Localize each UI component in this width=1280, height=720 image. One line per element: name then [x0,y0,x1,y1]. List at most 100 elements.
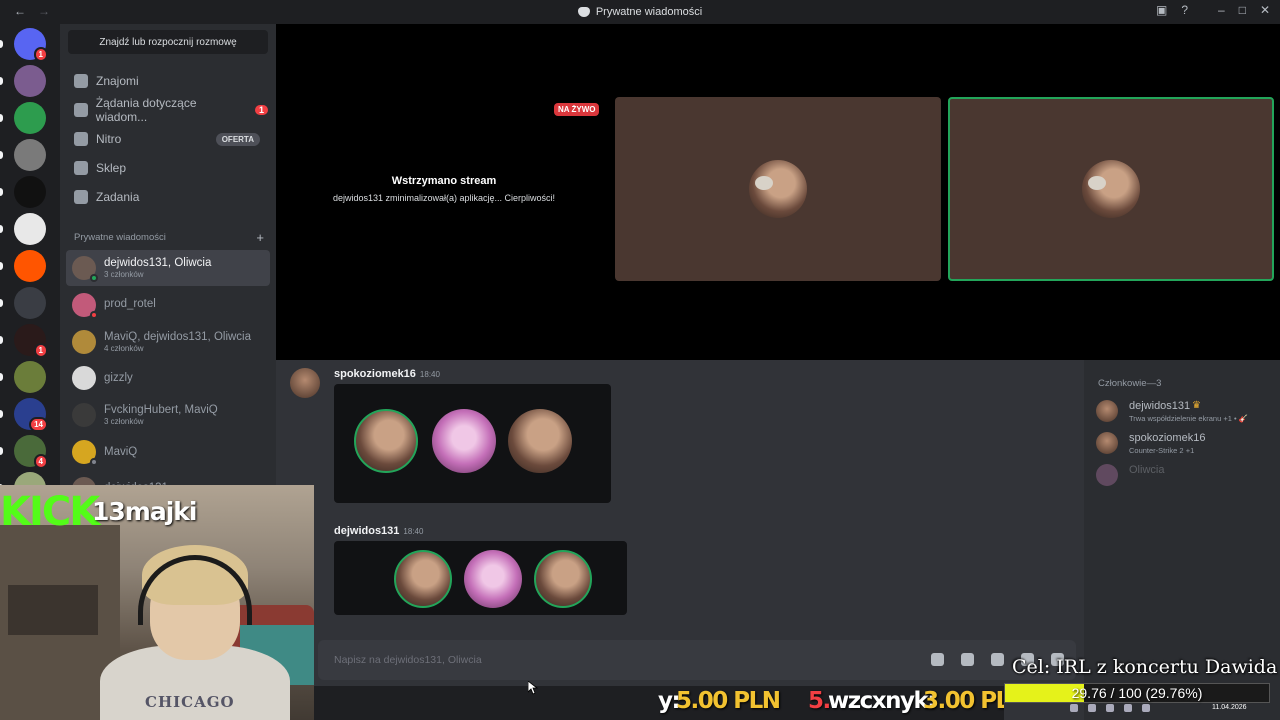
dm-member-count: 4 członków [104,343,144,353]
speaker-icon[interactable] [1142,704,1150,712]
inbox-icon[interactable]: ▣ [1156,3,1167,17]
server-unread-pill [0,299,3,307]
tray-icon[interactable] [1106,704,1114,712]
author-name: dejwidos131 [334,525,400,537]
status-dot-icon [90,310,98,319]
tray-icon[interactable] [1070,704,1078,712]
create-dm-plus-icon[interactable]: + [256,230,264,245]
dm-name: FvckingHubert, MaviQ [104,404,218,417]
call-embed [334,541,627,615]
server-mention-badge: 4 [33,454,48,469]
server-icon[interactable]: 1 [14,28,48,62]
dm-name: gizzly [104,371,133,384]
server-icon[interactable]: 14 [14,398,48,432]
close-button[interactable]: ✕ [1260,3,1270,17]
server-icon[interactable] [14,65,46,97]
member-name: Oliwcia [1129,464,1165,476]
nav-nitro[interactable]: Nitro OFERTA [68,126,268,152]
dm-item[interactable]: FvckingHubert, MaviQ 3 członków [66,397,270,433]
member-name: spokoziomek16 [1129,432,1206,444]
taskbar-date: 11.04.2026 [1212,704,1247,711]
nav-message-requests[interactable]: Żądania dotyczące wiadom... 1 [68,96,268,124]
message-author[interactable]: spokoziomek16 18:40 [334,368,440,380]
server-icon[interactable] [14,139,46,171]
ticker-amount: 3.00 PLN [923,688,1004,714]
goal-progress-bar: 29.76 / 100 (29.76%) [1004,683,1270,703]
tray-icon[interactable] [1124,704,1132,712]
dm-member-count: 3 członków [104,270,144,279]
nav-label: Żądania dotyczące wiadom... [95,96,197,124]
find-conversation-button[interactable]: Znajdź lub rozpocznij rozmowę [68,30,268,54]
nav-friends[interactable]: Znajomi [68,68,268,94]
message-avatar[interactable] [290,368,320,398]
dm-item[interactable]: MaviQ [66,434,270,470]
participant-tile[interactable] [615,97,941,281]
back-arrow-icon[interactable]: ← [14,4,26,18]
server-unread-pill [0,225,3,233]
call-stage: NA ŻYWO Wstrzymano stream dejwidos131 zm… [276,24,1280,360]
dm-avatar [72,329,96,354]
member-activity: Trwa współdzielenie ekranu +1 • 🎸 [1129,414,1249,423]
dm-avatar [72,366,96,391]
server-icon[interactable]: 4 [14,435,48,469]
donation-ticker: y: 5.00 PLN 5. wzcxnyk: 3.00 PLN [314,686,1004,720]
member-activity: Counter-Strike 2 +1 [1129,446,1195,455]
gif-icon[interactable] [961,653,974,666]
message-composer[interactable]: Napisz na dejwidos131, Oliwcia [318,640,1076,680]
kick-logo: KICK [0,489,100,535]
server-icon[interactable] [14,213,46,245]
webcam-shelf [8,585,98,635]
ticker-rank: 5. [808,688,831,714]
gift-icon[interactable] [931,653,944,666]
dm-avatar [72,292,98,319]
server-unread-pill [0,410,3,418]
server-unread-pill [0,336,3,344]
member-item[interactable]: Oliwcia [1096,462,1272,492]
call-participant-avatar [508,409,572,473]
participant-tile-speaking[interactable] [948,97,1274,281]
help-icon[interactable]: ? [1181,3,1188,17]
member-item[interactable]: spokoziomek16 Counter-Strike 2 +1 [1096,430,1272,460]
message-time: 18:40 [403,527,424,536]
call-embed [334,384,611,503]
server-icon[interactable] [14,250,46,282]
member-avatar [1096,432,1118,454]
message-author[interactable]: dejwidos131 18:40 [334,525,423,537]
sticker-icon[interactable] [991,653,1004,666]
nav-quests[interactable]: Zadania [68,184,268,210]
minimize-button[interactable]: – [1218,3,1225,17]
dm-name: prod_rotel [104,298,156,311]
server-unread-pill [0,77,3,85]
status-dot-icon [90,274,98,282]
dm-member-count: 3 członków [104,417,144,427]
dm-item[interactable]: dejwidos131, Oliwcia 3 członków [66,250,270,286]
dm-item[interactable]: MaviQ, dejwidos131, Oliwcia 4 członków [66,324,270,360]
server-icon[interactable]: 1 [14,324,48,358]
server-mention-badge: 1 [33,343,48,358]
dm-avatar [72,403,96,428]
crown-icon: ♛ [1192,400,1201,411]
server-icon[interactable] [14,361,46,393]
ticker-amount: 5.00 PLN [676,688,781,714]
forward-arrow-icon[interactable]: → [38,4,50,18]
tray-icon[interactable] [1088,704,1096,712]
call-participant-avatar [394,550,452,608]
server-icon[interactable] [14,176,46,208]
participant-avatar [1082,160,1140,218]
maximize-button[interactable]: □ [1239,3,1246,17]
server-icon[interactable] [14,102,46,134]
nav-shop[interactable]: Sklep [68,155,268,181]
dm-item[interactable]: gizzly [66,360,270,396]
server-mention-badge: 1 [33,47,48,62]
member-item[interactable]: dejwidos131 ♛ Trwa współdzielenie ekranu… [1096,398,1272,428]
server-icon[interactable] [14,287,46,319]
dm-name: MaviQ, dejwidos131, Oliwcia [104,330,252,343]
hoodie-print: CHICAGO [145,693,235,711]
count-badge: 1 [254,105,268,115]
dm-item[interactable]: prod_rotel [66,287,270,323]
server-unread-pill [0,188,3,196]
stream-paused-title: Wstrzymano stream [391,175,497,187]
offer-badge: OFERTA [215,132,260,146]
dm-avatar [72,256,98,282]
server-unread-pill [0,40,3,48]
